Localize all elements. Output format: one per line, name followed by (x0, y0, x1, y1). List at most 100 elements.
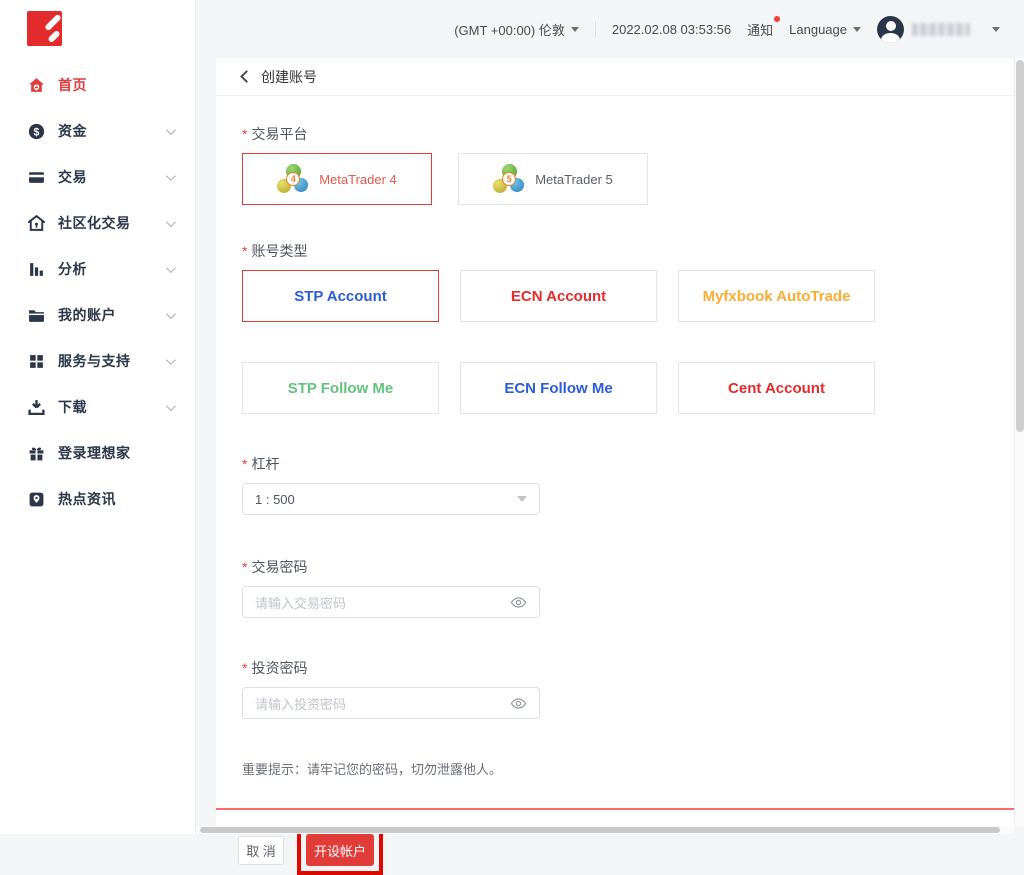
vertical-scrollbar-thumb[interactable] (1016, 60, 1024, 432)
chevron-down-icon (166, 217, 176, 227)
sidebar-item-service-support[interactable]: 服务与支持 (0, 338, 195, 384)
platform-mt5-button[interactable]: 5 MetaTrader 5 (458, 153, 648, 205)
invest-password-placeholder: 请输入投资密码 (255, 694, 346, 713)
required-asterisk: * (242, 126, 247, 142)
sidebar-item-funds[interactable]: $ 资金 (0, 108, 195, 154)
home-icon (28, 77, 45, 94)
account-type-myfxbook-button[interactable]: Myfxbook AutoTrade (678, 270, 875, 322)
datetime-display: 2022.02.08 03:53:56 (612, 22, 731, 37)
card-icon (28, 169, 45, 186)
community-house-icon (28, 215, 45, 232)
chevron-down-icon (166, 309, 176, 319)
eye-icon[interactable] (510, 695, 527, 712)
chevron-down-icon (166, 355, 176, 365)
eye-icon[interactable] (510, 594, 527, 611)
timezone-label: (GMT +00:00) 伦敦 (454, 20, 565, 39)
metatrader4-icon: 4 (277, 164, 309, 194)
user-menu[interactable] (877, 16, 970, 43)
account-type-row-2: STP Follow Me ECN Follow Me Cent Account (242, 362, 988, 414)
sidebar-item-download[interactable]: 下载 (0, 384, 195, 430)
notifications-label: 通知 (747, 20, 773, 39)
invest-password-field[interactable]: 请输入投资密码 (242, 687, 540, 719)
required-asterisk: * (242, 660, 247, 676)
sidebar-menu: 首页 $ 资金 交易 社区化交易 分析 (0, 62, 195, 522)
chevron-down-icon (166, 125, 176, 135)
sidebar-item-home[interactable]: 首页 (0, 62, 195, 108)
caret-down-icon (517, 496, 527, 502)
sidebar-item-my-account[interactable]: 我的账户 (0, 292, 195, 338)
invest-password-field-label: *投资密码 (242, 658, 988, 678)
sidebar-item-analysis[interactable]: 分析 (0, 246, 195, 292)
sidebar-item-label: 首页 (58, 75, 173, 95)
chevron-down-icon (166, 171, 176, 181)
open-account-button[interactable]: 开设帐户 (306, 834, 374, 866)
sidebar-item-label: 交易 (58, 167, 160, 187)
page-title: 创建账号 (261, 67, 317, 87)
required-asterisk: * (242, 456, 247, 472)
chevron-down-icon (166, 263, 176, 273)
grid-icon (28, 353, 45, 370)
create-account-form: *交易平台 4 MetaTrader 4 5 MetaTrader 5 (216, 96, 1014, 778)
required-asterisk: * (242, 243, 247, 259)
sidebar-item-login-ideal[interactable]: 登录理想家 (0, 430, 195, 476)
trade-password-placeholder: 请输入交易密码 (255, 593, 346, 612)
notification-badge-dot (774, 16, 780, 22)
folder-icon (28, 307, 45, 324)
caret-down-icon (853, 27, 861, 32)
svg-text:$: $ (34, 126, 40, 138)
sidebar-item-label: 登录理想家 (58, 443, 173, 463)
sidebar-item-trade[interactable]: 交易 (0, 154, 195, 200)
trade-password-field[interactable]: 请输入交易密码 (242, 586, 540, 618)
sidebar-item-label: 下载 (58, 397, 160, 417)
username-redacted (912, 23, 970, 36)
timezone-selector[interactable]: (GMT +00:00) 伦敦 (454, 20, 579, 39)
password-notice: 重要提示：请牢记您的密码，切勿泄露他人。 (242, 759, 988, 778)
topbar-divider (595, 21, 596, 37)
topbar: (GMT +00:00) 伦敦 2022.02.08 03:53:56 通知 L… (196, 0, 1024, 58)
sidebar-item-community-trading[interactable]: 社区化交易 (0, 200, 195, 246)
language-label: Language (789, 22, 847, 37)
sidebar-item-label: 我的账户 (58, 305, 160, 325)
datetime-label: 2022.02.08 03:53:56 (612, 22, 731, 37)
avatar (877, 16, 904, 43)
sidebar-item-label: 资金 (58, 121, 160, 141)
notifications-button[interactable]: 通知 (747, 20, 773, 39)
sidebar-item-hot-news[interactable]: 热点资讯 (0, 476, 195, 522)
account-type-stp-button[interactable]: STP Account (242, 270, 439, 322)
download-icon (28, 399, 45, 416)
bar-chart-icon (28, 261, 45, 278)
sidebar: 首页 $ 资金 交易 社区化交易 分析 (0, 0, 196, 834)
platform-options: 4 MetaTrader 4 5 MetaTrader 5 (242, 153, 988, 205)
caret-down-icon (992, 27, 1000, 32)
back-icon[interactable] (240, 70, 253, 83)
platform-field-label: *交易平台 (242, 124, 988, 144)
form-actions: 取 消 开设帐户 (216, 810, 1014, 866)
leverage-select[interactable]: 1 : 500 (242, 483, 540, 515)
sidebar-item-label: 服务与支持 (58, 351, 160, 371)
caret-down-icon (571, 27, 579, 32)
dollar-icon: $ (28, 123, 45, 140)
user-menu-caret[interactable] (986, 27, 1000, 32)
cancel-button[interactable]: 取 消 (238, 836, 284, 865)
leverage-field-label: *杠杆 (242, 454, 988, 474)
leverage-value: 1 : 500 (255, 492, 295, 507)
chevron-down-icon (166, 401, 176, 411)
language-selector[interactable]: Language (789, 22, 861, 37)
platform-mt4-button[interactable]: 4 MetaTrader 4 (242, 153, 432, 205)
account-type-ecn-follow-button[interactable]: ECN Follow Me (460, 362, 657, 414)
horizontal-scrollbar-thumb[interactable] (200, 827, 1000, 833)
sidebar-item-label: 热点资讯 (58, 489, 173, 509)
account-type-ecn-button[interactable]: ECN Account (460, 270, 657, 322)
sidebar-item-label: 分析 (58, 259, 160, 279)
platform-label: MetaTrader 4 (319, 172, 397, 187)
account-type-cent-button[interactable]: Cent Account (678, 362, 875, 414)
horizontal-scrollbar[interactable] (196, 826, 1014, 834)
platform-label: MetaTrader 5 (535, 172, 613, 187)
vertical-scrollbar[interactable] (1014, 58, 1024, 826)
account-type-field-label: *账号类型 (242, 241, 988, 261)
location-pin-icon (28, 491, 45, 508)
brand-logo-icon[interactable] (27, 11, 62, 46)
account-type-stp-follow-button[interactable]: STP Follow Me (242, 362, 439, 414)
metatrader5-icon: 5 (493, 164, 525, 194)
required-asterisk: * (242, 559, 247, 575)
